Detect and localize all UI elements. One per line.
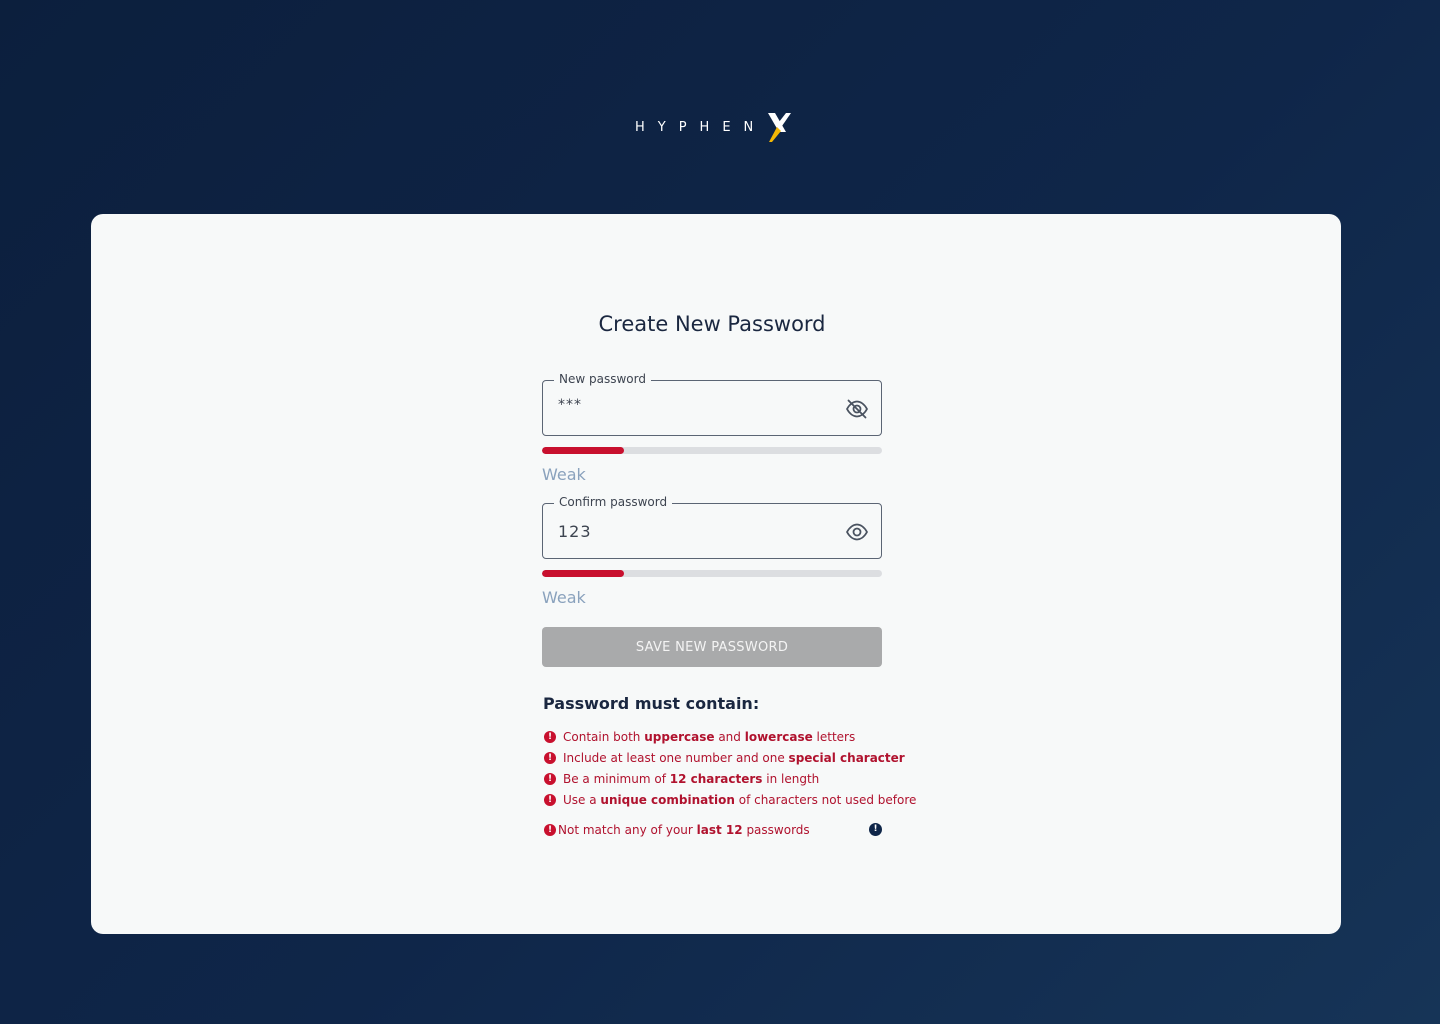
requirement-item: ! Include at least one number and one sp… <box>544 747 905 768</box>
confirm-password-label: Confirm password <box>554 495 673 509</box>
confirm-password-strength-fill <box>542 570 624 577</box>
exclamation-circle-icon: ! <box>544 751 556 764</box>
exclamation-circle-icon: ! <box>544 772 556 785</box>
save-new-password-button[interactable]: SAVE NEW PASSWORD <box>542 627 882 667</box>
eye-off-icon[interactable] <box>845 397 869 421</box>
new-password-value: *** <box>558 397 582 413</box>
requirement-item: ! Use a unique combination of characters… <box>544 789 916 810</box>
new-password-strength-fill <box>542 447 624 454</box>
info-circle-icon[interactable]: ! <box>869 823 882 836</box>
requirements-list: ! Contain both uppercase and lowercase l… <box>544 726 916 840</box>
requirement-item-history: ! Not match any of your last 12 password… <box>544 819 884 840</box>
brand-logo: HYPHEN <box>635 110 792 144</box>
confirm-password-value: 123 <box>558 522 592 541</box>
new-password-strength-label: Weak <box>542 465 586 484</box>
confirm-password-strength-meter <box>542 570 882 577</box>
requirements-title: Password must contain: <box>543 694 760 713</box>
requirement-item: ! Contain both uppercase and lowercase l… <box>544 726 884 747</box>
page-title: Create New Password <box>598 312 826 336</box>
requirement-text: Include at least one number and one spec… <box>563 750 905 765</box>
requirement-text: Contain both uppercase and lowercase let… <box>563 729 856 744</box>
eye-icon[interactable] <box>845 520 869 544</box>
exclamation-circle-icon: ! <box>544 823 556 836</box>
requirement-item: ! Be a minimum of 12 characters in lengt… <box>544 768 884 789</box>
confirm-password-strength-label: Weak <box>542 588 586 607</box>
new-password-field[interactable]: New password *** <box>542 372 882 436</box>
confirm-password-field[interactable]: Confirm password 123 <box>542 495 882 559</box>
new-password-label: New password <box>554 372 651 386</box>
requirement-text-history: Not match any of your last 12 passwords <box>558 822 810 837</box>
logo-wordmark: HYPHEN <box>635 119 767 135</box>
new-password-strength-meter <box>542 447 882 454</box>
requirement-text: Use a unique combination of characters n… <box>563 792 917 807</box>
requirement-text: Be a minimum of 12 characters in length <box>563 771 820 786</box>
logo-x-mark <box>768 113 792 142</box>
exclamation-circle-icon: ! <box>544 730 556 743</box>
password-card: Create New Password New password *** Wea… <box>91 214 1341 934</box>
exclamation-circle-icon: ! <box>544 793 556 806</box>
